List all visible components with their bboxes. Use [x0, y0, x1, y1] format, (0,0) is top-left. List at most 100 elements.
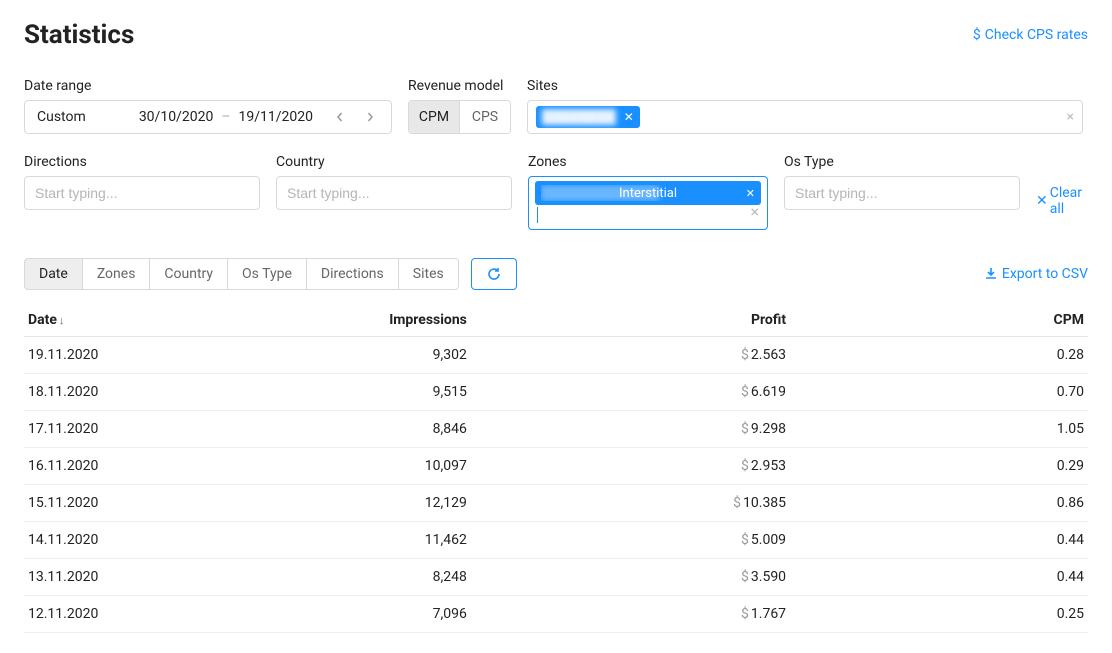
- cell-profit: $10.385: [471, 485, 790, 522]
- cell-date: 19.11.2020: [24, 337, 258, 374]
- sites-label: Sites: [527, 78, 1083, 94]
- tab-country[interactable]: Country: [149, 258, 228, 290]
- cell-impressions: 8,846: [258, 411, 471, 448]
- zone-chip-remove[interactable]: ✕: [746, 187, 755, 200]
- export-csv-link[interactable]: Export to CSV: [984, 266, 1088, 282]
- cell-impressions: 11,462: [258, 522, 471, 559]
- cell-cpm: 1.05: [790, 411, 1088, 448]
- check-cps-rates-link[interactable]: $ Check CPS rates: [973, 27, 1088, 43]
- table-row: 14.11.202011,462$5.0090.44: [24, 522, 1088, 559]
- revenue-model-cps[interactable]: CPS: [460, 101, 510, 133]
- view-tabs: Date Zones Country Os Type Directions Si…: [24, 258, 459, 290]
- zones-clear[interactable]: ×: [750, 202, 759, 221]
- cell-profit: $5.009: [471, 522, 790, 559]
- table-row: 16.11.202010,097$2.9530.29: [24, 448, 1088, 485]
- table-row: 17.11.20208,846$9.2981.05: [24, 411, 1088, 448]
- clear-all-label: Clear all: [1050, 185, 1088, 217]
- clear-all-link[interactable]: ✕ Clear all: [1036, 185, 1088, 217]
- country-label: Country: [276, 154, 512, 170]
- cell-impressions: 8,248: [258, 559, 471, 596]
- table-row: 15.11.202012,129$10.3850.86: [24, 485, 1088, 522]
- cell-cpm: 0.28: [790, 337, 1088, 374]
- cell-profit: $2.563: [471, 337, 790, 374]
- date-range-mode: Custom: [37, 109, 86, 125]
- cell-impressions: 12,129: [258, 485, 471, 522]
- col-profit-header[interactable]: Profit: [471, 304, 790, 337]
- chevron-left-icon: [335, 112, 345, 122]
- date-next-button[interactable]: [355, 102, 385, 132]
- dollar-icon: $: [741, 458, 749, 474]
- revenue-model-cpm[interactable]: CPM: [409, 101, 460, 133]
- date-range-separator: –: [221, 109, 230, 125]
- date-range-picker[interactable]: Custom 30/10/2020 – 19/11/2020: [24, 100, 392, 134]
- revenue-model-label: Revenue model: [408, 78, 511, 94]
- dollar-icon: $: [741, 347, 749, 363]
- col-impressions-header[interactable]: Impressions: [258, 304, 471, 337]
- cell-profit: $1.767: [471, 596, 790, 633]
- date-range-to: 19/11/2020: [239, 109, 314, 125]
- table-row: 12.11.20207,096$1.7670.25: [24, 596, 1088, 633]
- cell-impressions: 7,096: [258, 596, 471, 633]
- sites-clear[interactable]: ×: [1067, 109, 1074, 125]
- cell-cpm: 0.70: [790, 374, 1088, 411]
- zone-chip-label: Interstitial: [619, 186, 677, 201]
- refresh-icon: [486, 266, 502, 282]
- table-row: 13.11.20208,248$3.5900.44: [24, 559, 1088, 596]
- cell-date: 14.11.2020: [24, 522, 258, 559]
- country-input[interactable]: [276, 176, 512, 210]
- col-date-header[interactable]: Date↓: [24, 304, 258, 337]
- tab-zones[interactable]: Zones: [82, 258, 151, 290]
- cell-date: 16.11.2020: [24, 448, 258, 485]
- cell-date: 12.11.2020: [24, 596, 258, 633]
- download-icon: [984, 267, 998, 281]
- cell-profit: $2.953: [471, 448, 790, 485]
- dollar-icon: $: [733, 495, 741, 511]
- dollar-icon: $: [741, 421, 749, 437]
- cell-cpm: 0.29: [790, 448, 1088, 485]
- cell-profit: $6.619: [471, 374, 790, 411]
- close-icon: ✕: [1036, 193, 1048, 209]
- dollar-icon: $: [973, 27, 981, 43]
- cell-profit: $9.298: [471, 411, 790, 448]
- cell-impressions: 10,097: [258, 448, 471, 485]
- sort-desc-icon: ↓: [59, 314, 65, 327]
- cell-date: 13.11.2020: [24, 559, 258, 596]
- cell-cpm: 0.44: [790, 559, 1088, 596]
- table-row: 18.11.20209,515$6.6190.70: [24, 374, 1088, 411]
- directions-input[interactable]: [24, 176, 260, 210]
- cell-cpm: 0.44: [790, 522, 1088, 559]
- tab-os-type[interactable]: Os Type: [227, 258, 307, 290]
- site-chip-label: ████████: [542, 109, 616, 125]
- cell-impressions: 9,515: [258, 374, 471, 411]
- zones-input[interactable]: Interstitial ✕ ×: [528, 176, 768, 230]
- export-csv-label: Export to CSV: [1002, 266, 1088, 282]
- zone-chip: Interstitial ✕: [535, 181, 761, 205]
- tab-directions[interactable]: Directions: [306, 258, 399, 290]
- tab-date[interactable]: Date: [24, 258, 83, 290]
- zones-text-cursor: [537, 207, 587, 223]
- date-range-label: Date range: [24, 78, 392, 94]
- site-chip-remove[interactable]: ✕: [624, 110, 634, 124]
- cell-profit: $3.590: [471, 559, 790, 596]
- cell-date: 18.11.2020: [24, 374, 258, 411]
- sites-input[interactable]: ████████ ✕ ×: [527, 100, 1083, 134]
- refresh-button[interactable]: [471, 258, 517, 290]
- cell-cpm: 0.25: [790, 596, 1088, 633]
- stats-table: Date↓ Impressions Profit CPM 19.11.20209…: [24, 304, 1088, 633]
- directions-label: Directions: [24, 154, 260, 170]
- revenue-model-toggle: CPM CPS: [408, 100, 511, 134]
- cell-cpm: 0.86: [790, 485, 1088, 522]
- os-type-input[interactable]: [784, 176, 1020, 210]
- dollar-icon: $: [741, 606, 749, 622]
- check-cps-rates-label: Check CPS rates: [985, 27, 1088, 43]
- table-row: 19.11.20209,302$2.5630.28: [24, 337, 1088, 374]
- date-prev-button[interactable]: [325, 102, 355, 132]
- chevron-right-icon: [365, 112, 375, 122]
- tab-sites[interactable]: Sites: [398, 258, 459, 290]
- dollar-icon: $: [741, 384, 749, 400]
- dollar-icon: $: [741, 569, 749, 585]
- col-cpm-header[interactable]: CPM: [790, 304, 1088, 337]
- cell-date: 17.11.2020: [24, 411, 258, 448]
- dollar-icon: $: [741, 532, 749, 548]
- page-title: Statistics: [24, 20, 134, 50]
